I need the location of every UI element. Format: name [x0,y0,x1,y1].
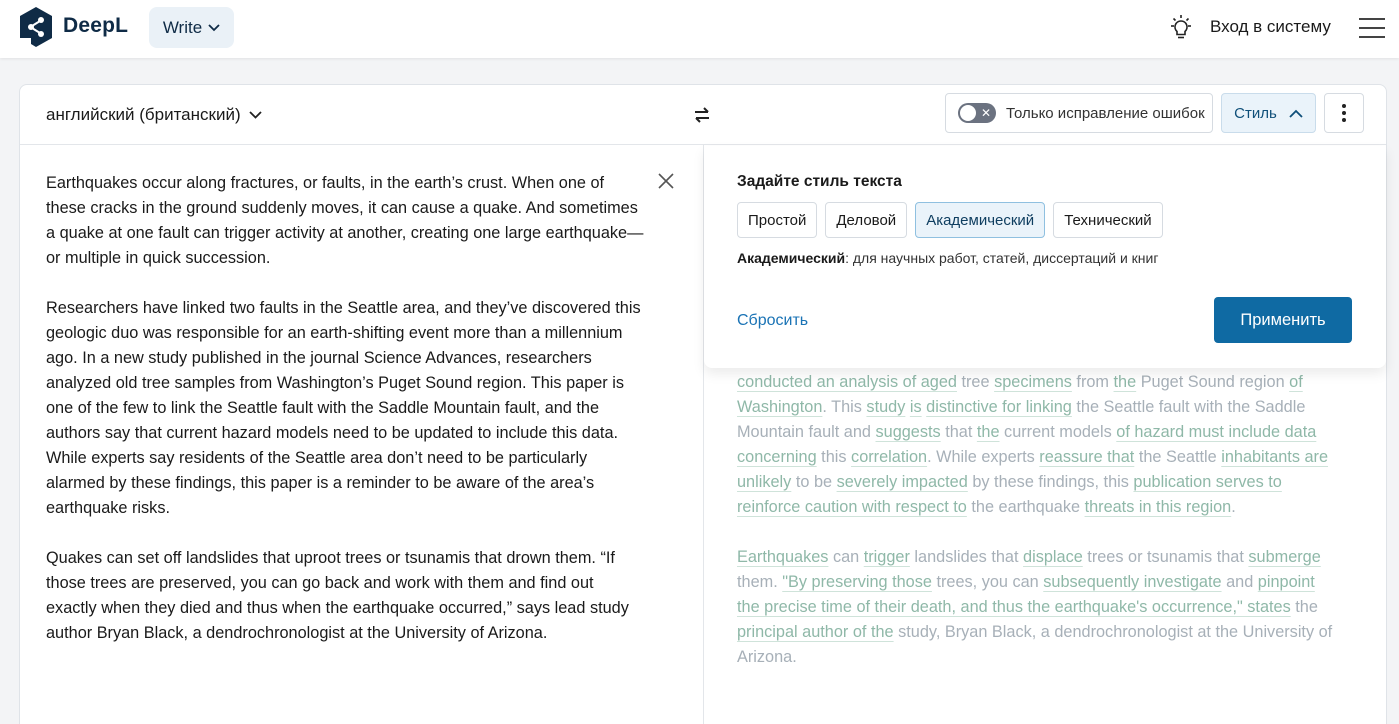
close-icon: ✕ [980,106,991,120]
chevron-up-icon [1289,109,1303,118]
changed-segment[interactable]: Earthquakes [737,548,828,566]
text-segment: to be [791,473,837,491]
text-segment: current models [999,423,1117,441]
changed-segment[interactable]: principal author of the [737,623,894,641]
style-option-technical[interactable]: Технический [1053,202,1163,238]
text-segment: trees, you can [931,573,1044,591]
target-text-area[interactable]: conducted an analysis of aged tree speci… [737,370,1337,695]
changed-segment[interactable]: subsequently investigate [1043,573,1221,591]
text-segment: . [1231,498,1236,516]
text-segment: this [816,448,852,466]
chevron-down-icon [248,111,262,119]
target-paragraph: conducted an analysis of aged tree speci… [737,370,1337,520]
style-description-term: Академический [737,250,846,266]
write-menu-button[interactable]: Write [149,7,234,48]
style-option-business[interactable]: Деловой [825,202,908,238]
close-icon[interactable] [656,171,676,191]
changed-segment[interactable]: specimens [994,373,1072,391]
text-segment: the Seattle [1134,448,1222,466]
toggle-switch[interactable]: ✕ [958,103,996,123]
changed-segment[interactable]: reassure that [1039,448,1134,466]
changed-segment[interactable]: trigger [864,548,910,566]
style-popover: Задайте стиль текста Простой Деловой Ака… [704,146,1386,368]
source-paragraph: Earthquakes occur along fractures, or fa… [46,174,644,267]
style-description: Академический: для научных работ, статей… [737,250,1158,266]
text-segment: can [828,548,864,566]
changed-segment[interactable]: distinctive for linking [926,398,1072,416]
text-segment: trees or tsunamis that [1082,548,1249,566]
style-option-simple[interactable]: Простой [737,202,818,238]
text-segment: Puget Sound region [1136,373,1290,391]
text-segment: landslides that [909,548,1024,566]
menu-icon[interactable] [1359,18,1385,38]
changed-segment[interactable]: correlation [851,448,927,466]
text-segment: the earthquake [966,498,1085,516]
swap-icon[interactable] [691,104,713,126]
style-options: Простой Деловой Академический Технически… [737,202,1163,238]
source-paragraph: Researchers have linked two faults in th… [46,299,641,517]
top-bar: DeepL Write Вход в систему [0,0,1399,58]
style-description-text: : для научных работ, статей, диссертаций… [845,250,1159,266]
source-paragraph: Quakes can set off landslides that uproo… [46,549,629,642]
text-segment: . While experts [927,448,1040,466]
text-segment: . This [822,398,867,416]
changed-segment[interactable]: conducted an analysis of aged [737,373,957,391]
deepl-logo-icon[interactable] [18,6,54,48]
source-language-select[interactable]: английский (британский) [46,105,262,125]
lightbulb-icon[interactable] [1168,14,1194,42]
style-option-academic[interactable]: Академический [915,202,1046,238]
chevron-down-icon [208,23,220,31]
text-segment: from [1071,373,1114,391]
changed-segment[interactable]: "By preserving those [782,573,932,591]
changed-segment[interactable]: the [1114,373,1137,391]
more-vertical-icon [1342,104,1346,122]
source-language-label: английский (британский) [46,105,241,124]
brand-name[interactable]: DeepL [63,14,128,38]
apply-button[interactable]: Применить [1214,297,1352,343]
login-link[interactable]: Вход в систему [1210,17,1331,37]
changed-segment[interactable]: submerge [1248,548,1320,566]
source-text-area[interactable]: Earthquakes occur along fractures, or fa… [46,171,646,671]
editor-toolbar: английский (британский) ✕ Только исправл… [20,85,1386,145]
target-paragraph: Earthquakes can trigger landslides that … [737,545,1337,670]
changed-segment[interactable]: is [910,398,922,416]
text-segment: that [940,423,977,441]
text-segment: by these findings, this [967,473,1134,491]
more-options-button[interactable] [1324,93,1364,133]
correction-only-toggle[interactable]: ✕ Только исправление ошибок [945,93,1213,133]
reset-button[interactable]: Сбросить [737,312,808,330]
text-segment: and [1221,573,1258,591]
changed-segment[interactable]: displace [1023,548,1083,566]
changed-segment[interactable]: study [866,398,905,416]
changed-segment[interactable]: suggests [876,423,941,441]
text-segment: tree [956,373,995,391]
write-label: Write [162,17,203,37]
changed-segment[interactable]: the [977,423,1000,441]
style-button[interactable]: Стиль [1221,93,1316,133]
text-segment: the [1290,598,1318,616]
changed-segment[interactable]: severely impacted [837,473,968,491]
style-popover-title: Задайте стиль текста [737,173,902,190]
text-segment: them. [737,573,783,591]
correction-only-label: Только исправление ошибок [1006,104,1205,122]
changed-segment[interactable]: threats in this region [1085,498,1232,516]
style-label: Стиль [1234,104,1277,122]
